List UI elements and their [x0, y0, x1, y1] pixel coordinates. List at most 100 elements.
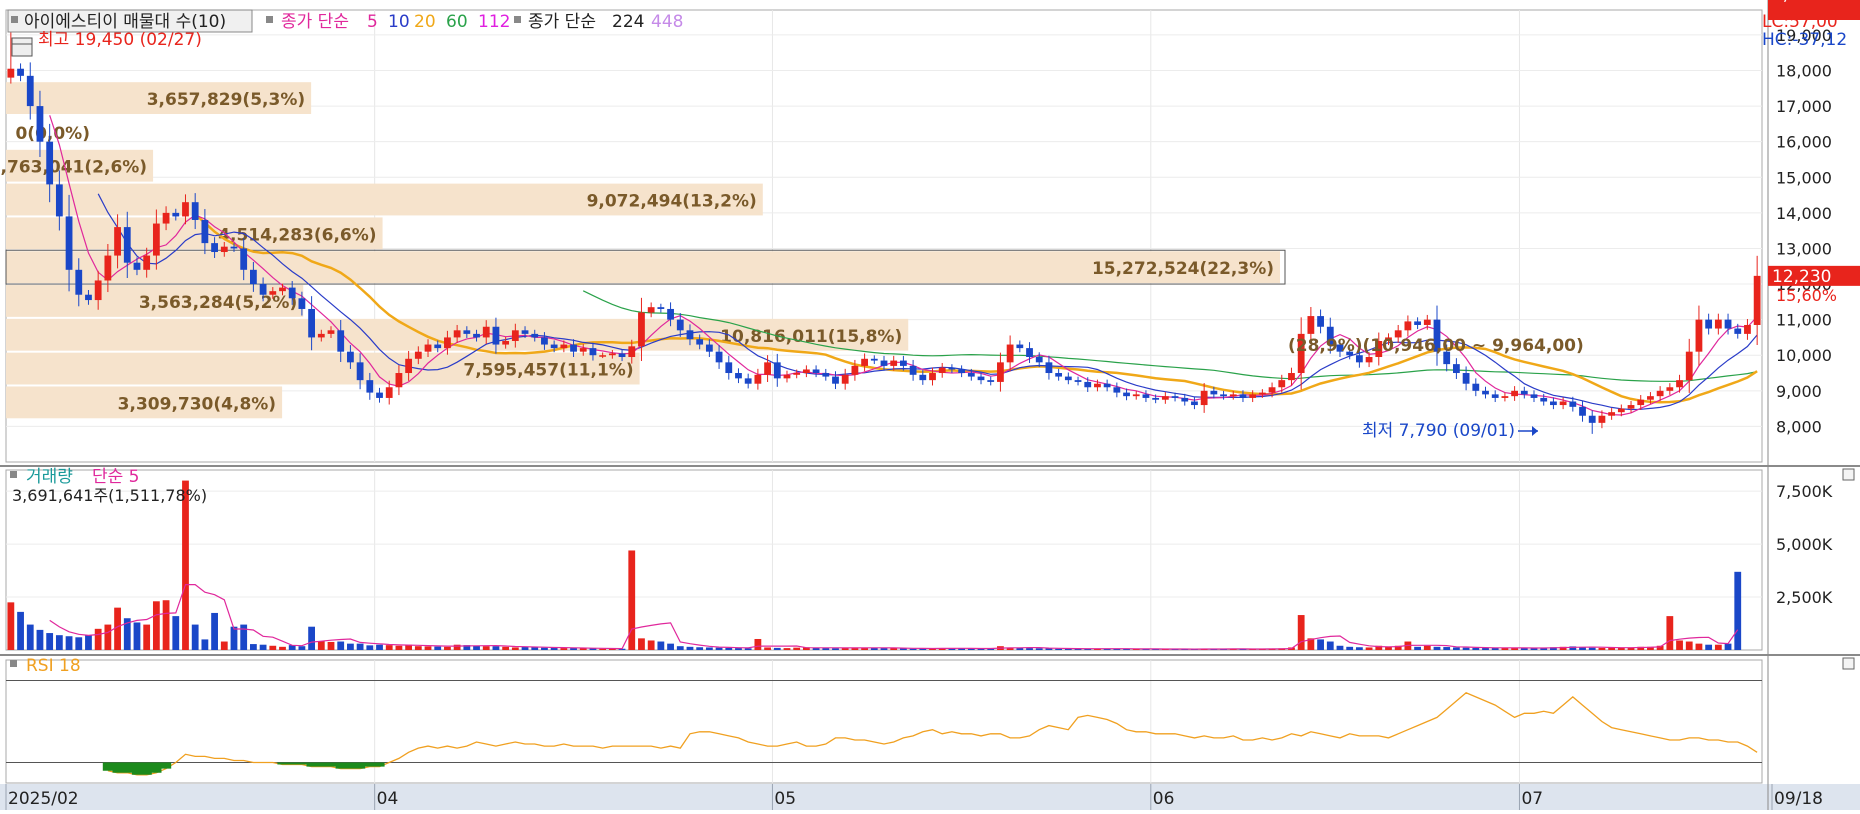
volume-bar	[1472, 647, 1480, 650]
volume-bar	[1423, 645, 1431, 650]
candle-body	[1569, 401, 1577, 407]
volume-bar	[104, 624, 112, 650]
candle-body	[1278, 380, 1286, 388]
candle-body	[1588, 415, 1596, 423]
candle-body	[1239, 394, 1247, 398]
rsi-legend-label: RSI 18	[26, 656, 81, 676]
volume-bar	[143, 624, 151, 650]
volume-bar	[162, 600, 170, 650]
volume-bar	[667, 643, 674, 650]
low-price-annotation: 최저 7,790 (09/01)	[1362, 421, 1515, 441]
candle-body	[1501, 396, 1509, 398]
candle-body	[1055, 373, 1063, 377]
candle-body	[744, 378, 752, 384]
candle-body	[958, 369, 966, 374]
candle-body	[1685, 351, 1693, 381]
candle-body	[541, 337, 548, 345]
candle-body	[55, 184, 63, 217]
candle-body	[900, 360, 907, 366]
volume-bar	[259, 644, 267, 650]
candle-body	[240, 248, 248, 270]
candle-body	[259, 284, 267, 295]
candle-body	[414, 351, 422, 359]
volume-info-label: 3,691,641주(1,511,78%)	[12, 486, 207, 505]
candle-body	[347, 351, 354, 363]
calendar-icon[interactable]	[11, 37, 33, 57]
candle-body	[550, 344, 558, 349]
candle-body	[279, 287, 286, 292]
volume-bar	[65, 636, 73, 650]
candle-body	[424, 344, 432, 352]
volume-profile-bar	[6, 251, 1280, 284]
volume-bar	[133, 622, 141, 650]
candle-body	[1142, 394, 1150, 398]
panel-close-icon[interactable]	[1842, 468, 1855, 481]
volume-bar	[754, 638, 762, 650]
candle-body	[1753, 275, 1761, 325]
volume-bar	[46, 633, 54, 650]
candle-body	[1220, 394, 1227, 397]
panel-close-icon[interactable]	[1842, 657, 1855, 670]
candle-body	[1045, 362, 1053, 374]
candle-body	[1161, 396, 1169, 400]
candle-body	[870, 358, 878, 361]
candle-body	[1550, 401, 1557, 406]
candle-body	[1540, 397, 1548, 402]
candle-body	[288, 287, 296, 299]
volume-bar	[7, 602, 15, 650]
candle-body	[570, 344, 577, 352]
volume-bar	[832, 648, 839, 650]
candle-body	[832, 376, 839, 384]
candle-body	[211, 243, 218, 253]
price-tick-label: 11,000	[1776, 311, 1832, 330]
candle-body	[715, 351, 723, 363]
volume-bar	[414, 646, 422, 650]
candle-body	[1064, 376, 1072, 381]
candle-body	[385, 387, 393, 398]
volume-bar	[434, 646, 442, 650]
candle-body	[531, 333, 539, 338]
volume-bar	[327, 641, 335, 650]
price-tick-label: 18,000	[1776, 62, 1832, 81]
candle-body	[1666, 387, 1674, 391]
volume-bar	[1608, 647, 1616, 650]
candle-body	[1695, 319, 1703, 352]
volume-bar	[1734, 571, 1742, 650]
candle-body	[1734, 328, 1742, 334]
candle-body	[405, 358, 413, 374]
candle-body	[65, 216, 73, 270]
candle-body	[725, 362, 733, 374]
legend-square-icon	[266, 16, 273, 23]
candle-body	[1744, 324, 1751, 334]
volume-bar	[1453, 647, 1460, 650]
candle-body	[822, 373, 830, 377]
volume-bar	[424, 646, 432, 650]
ma-period-60: 60	[446, 12, 468, 32]
candle-body	[123, 227, 131, 263]
candle-body	[1094, 383, 1101, 388]
candle-body	[676, 319, 684, 331]
time-tick-label: 09/18	[1774, 789, 1823, 809]
volume-bar	[356, 643, 364, 650]
candle-body	[987, 380, 995, 382]
candle-body	[356, 362, 364, 381]
candle-body	[1511, 390, 1519, 397]
volume-bar	[1443, 647, 1451, 650]
candle-body	[1181, 397, 1189, 402]
candle-body	[1171, 396, 1179, 398]
volume-bar	[502, 646, 510, 650]
candle-body	[1482, 390, 1489, 395]
candle-body	[735, 373, 742, 379]
candle-body	[269, 291, 277, 295]
volume-bar	[85, 635, 92, 650]
candle-body	[1200, 390, 1208, 406]
candle-body	[46, 141, 54, 185]
volume-bar	[317, 641, 325, 650]
candle-body	[17, 68, 24, 76]
volume-profile-label: 4,514,283(6,6%)	[218, 225, 376, 245]
time-tick-label: 05	[774, 789, 796, 809]
volume-bar	[94, 628, 102, 650]
candle-body	[492, 326, 500, 345]
hc-readout: HC:-37,12	[1762, 30, 1847, 50]
candle-body	[638, 312, 645, 347]
